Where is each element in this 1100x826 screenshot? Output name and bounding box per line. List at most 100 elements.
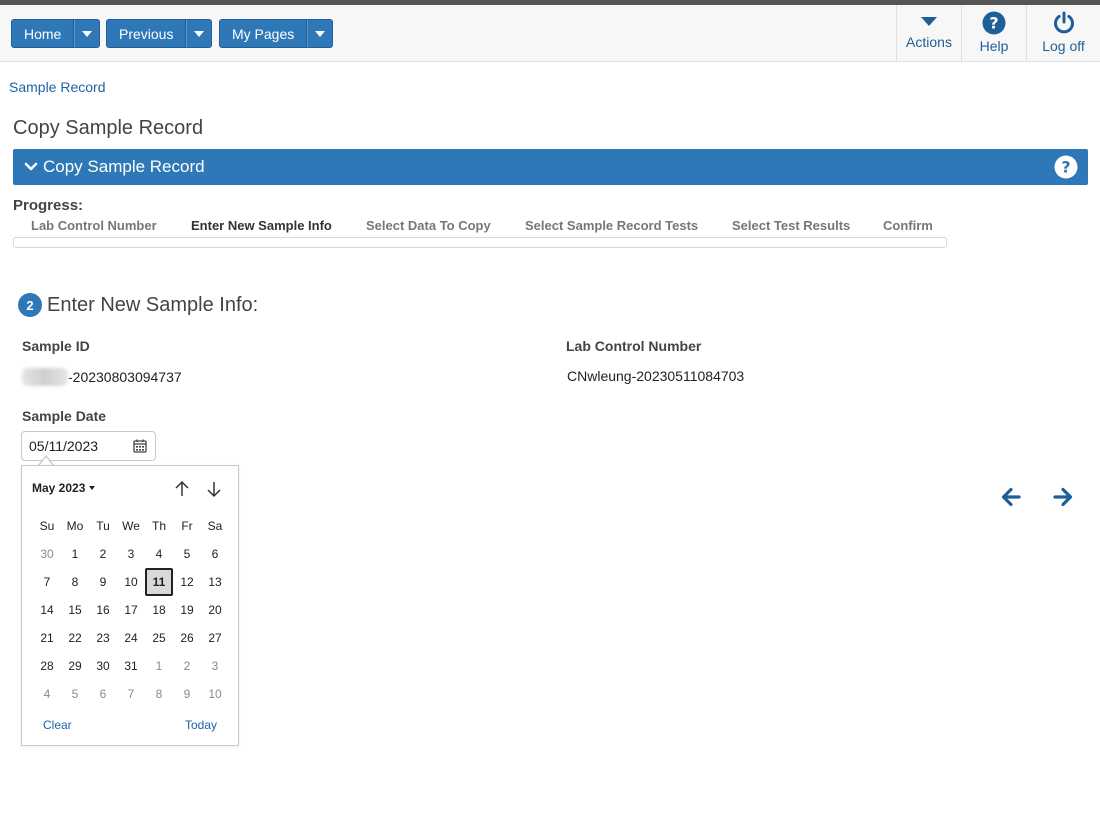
calendar-day[interactable]: 10 <box>117 568 145 596</box>
sample-id-text: -20230803094737 <box>68 369 182 385</box>
calendar-day[interactable]: 2 <box>89 540 117 568</box>
calendar-day[interactable]: 8 <box>61 568 89 596</box>
previous-month-button[interactable] <box>172 479 192 499</box>
lab-control-number-value: CNwleung-20230511084703 <box>567 368 745 384</box>
help-button[interactable]: ? Help <box>961 5 1026 61</box>
calendar-day[interactable]: 4 <box>145 540 173 568</box>
calendar-day[interactable]: 30 <box>33 540 61 568</box>
step-select-data-to-copy: Select Data To Copy <box>366 218 491 233</box>
previous-menu: Previous <box>106 19 213 48</box>
calendar-day[interactable]: 18 <box>145 596 173 624</box>
step-confirm: Confirm <box>883 218 933 233</box>
calendar-day[interactable]: 16 <box>89 596 117 624</box>
calendar-day[interactable]: 28 <box>33 652 61 680</box>
svg-text:?: ? <box>1061 158 1070 177</box>
progress-steps: Lab Control Number Enter New Sample Info… <box>13 218 947 250</box>
weekday-label: Su <box>39 519 55 533</box>
step-lab-control-number: Lab Control Number <box>31 218 157 233</box>
calendar-day[interactable]: 13 <box>201 568 229 596</box>
step-select-test-results: Select Test Results <box>732 218 851 233</box>
my-pages-button[interactable]: My Pages <box>219 19 308 48</box>
clear-date-button[interactable]: Clear <box>43 718 72 732</box>
top-actions: Actions ? Help Log off <box>896 5 1100 61</box>
previous-button[interactable]: Previous <box>106 19 187 48</box>
arrow-down-icon <box>207 482 221 498</box>
log-off-button[interactable]: Log off <box>1026 5 1100 61</box>
sample-date-label: Sample Date <box>22 408 107 424</box>
calendar-day[interactable]: 20 <box>201 596 229 624</box>
page-title: Copy Sample Record <box>13 117 204 139</box>
log-off-label: Log off <box>1042 38 1085 54</box>
top-toolbar: Home Previous My Pages Actions ? Help Lo… <box>0 5 1100 62</box>
weekday-label: Sa <box>207 519 223 533</box>
calendar-day[interactable]: 3 <box>117 540 145 568</box>
calendar-day[interactable]: 5 <box>61 680 89 708</box>
caret-down-icon <box>921 17 937 26</box>
calendar-day[interactable]: 7 <box>117 680 145 708</box>
calendar-day[interactable]: 9 <box>173 680 201 708</box>
today-button[interactable]: Today <box>185 718 217 732</box>
month-selector[interactable]: May 2023 <box>32 481 96 495</box>
calendar-day[interactable]: 26 <box>173 624 201 652</box>
section-title: 2 Enter New Sample Info: <box>18 293 258 317</box>
calendar-day[interactable]: 27 <box>201 624 229 652</box>
calendar-day[interactable]: 29 <box>61 652 89 680</box>
weekday-label: We <box>122 519 140 533</box>
my-pages-dropdown-button[interactable] <box>307 19 334 48</box>
arrow-left-icon <box>1001 487 1021 507</box>
help-icon: ? <box>1054 155 1078 179</box>
previous-step-button[interactable] <box>1000 486 1022 513</box>
chevron-down-icon <box>315 30 326 37</box>
actions-button[interactable]: Actions <box>896 5 961 61</box>
sample-id-value: -20230803094737 <box>22 368 182 386</box>
calendar-day[interactable]: 19 <box>173 596 201 624</box>
calendar-day[interactable]: 7 <box>33 568 61 596</box>
home-dropdown-button[interactable] <box>74 19 101 48</box>
calendar-day[interactable]: 12 <box>173 568 201 596</box>
progress-label: Progress: <box>13 197 84 214</box>
weekday-label: Fr <box>181 519 193 533</box>
panel-help-button[interactable]: ? <box>1054 155 1078 184</box>
sample-date-value: 05/11/2023 <box>29 438 99 454</box>
calendar-day[interactable]: 11 <box>145 568 173 596</box>
power-icon <box>1053 11 1074 34</box>
calendar-day[interactable]: 6 <box>89 680 117 708</box>
caret-down-icon <box>89 486 96 490</box>
next-step-button[interactable] <box>1052 486 1074 513</box>
calendar-day[interactable]: 24 <box>117 624 145 652</box>
previous-dropdown-button[interactable] <box>186 19 213 48</box>
progress-bar <box>13 237 947 248</box>
calendar-day[interactable]: 2 <box>173 652 201 680</box>
calendar-day[interactable]: 1 <box>145 652 173 680</box>
calendar-day[interactable]: 4 <box>33 680 61 708</box>
mypages-menu: My Pages <box>219 19 334 48</box>
calendar-day[interactable]: 17 <box>117 596 145 624</box>
calendar-icon[interactable] <box>133 439 147 456</box>
section-heading: Enter New Sample Info: <box>47 293 259 316</box>
calendar-day[interactable]: 10 <box>201 680 229 708</box>
calendar-day[interactable]: 23 <box>89 624 117 652</box>
help-label: Help <box>979 38 1009 54</box>
calendar-day[interactable]: 3 <box>201 652 229 680</box>
chevron-down-icon <box>194 30 205 37</box>
calendar-day[interactable]: 21 <box>33 624 61 652</box>
breadcrumb-sample-record[interactable]: Sample Record <box>9 79 106 95</box>
help-icon: ? <box>982 11 1006 35</box>
calendar-day[interactable]: 30 <box>89 652 117 680</box>
home-button[interactable]: Home <box>11 19 75 48</box>
calendar-day[interactable]: 22 <box>61 624 89 652</box>
calendar-day[interactable]: 6 <box>201 540 229 568</box>
calendar-day[interactable]: 25 <box>145 624 173 652</box>
svg-text:?: ? <box>989 14 998 33</box>
calendar-day[interactable]: 14 <box>33 596 61 624</box>
copy-sample-record-panel-header[interactable]: Copy Sample Record ? <box>13 149 1088 185</box>
step-enter-new-sample-info: Enter New Sample Info <box>191 218 332 233</box>
calendar-day[interactable]: 8 <box>145 680 173 708</box>
next-month-button[interactable] <box>204 479 224 499</box>
calendar-day[interactable]: 31 <box>117 652 145 680</box>
calendar-day[interactable]: 1 <box>61 540 89 568</box>
calendar-day[interactable]: 5 <box>173 540 201 568</box>
panel-title: Copy Sample Record <box>43 157 205 176</box>
calendar-day[interactable]: 15 <box>61 596 89 624</box>
calendar-day[interactable]: 9 <box>89 568 117 596</box>
